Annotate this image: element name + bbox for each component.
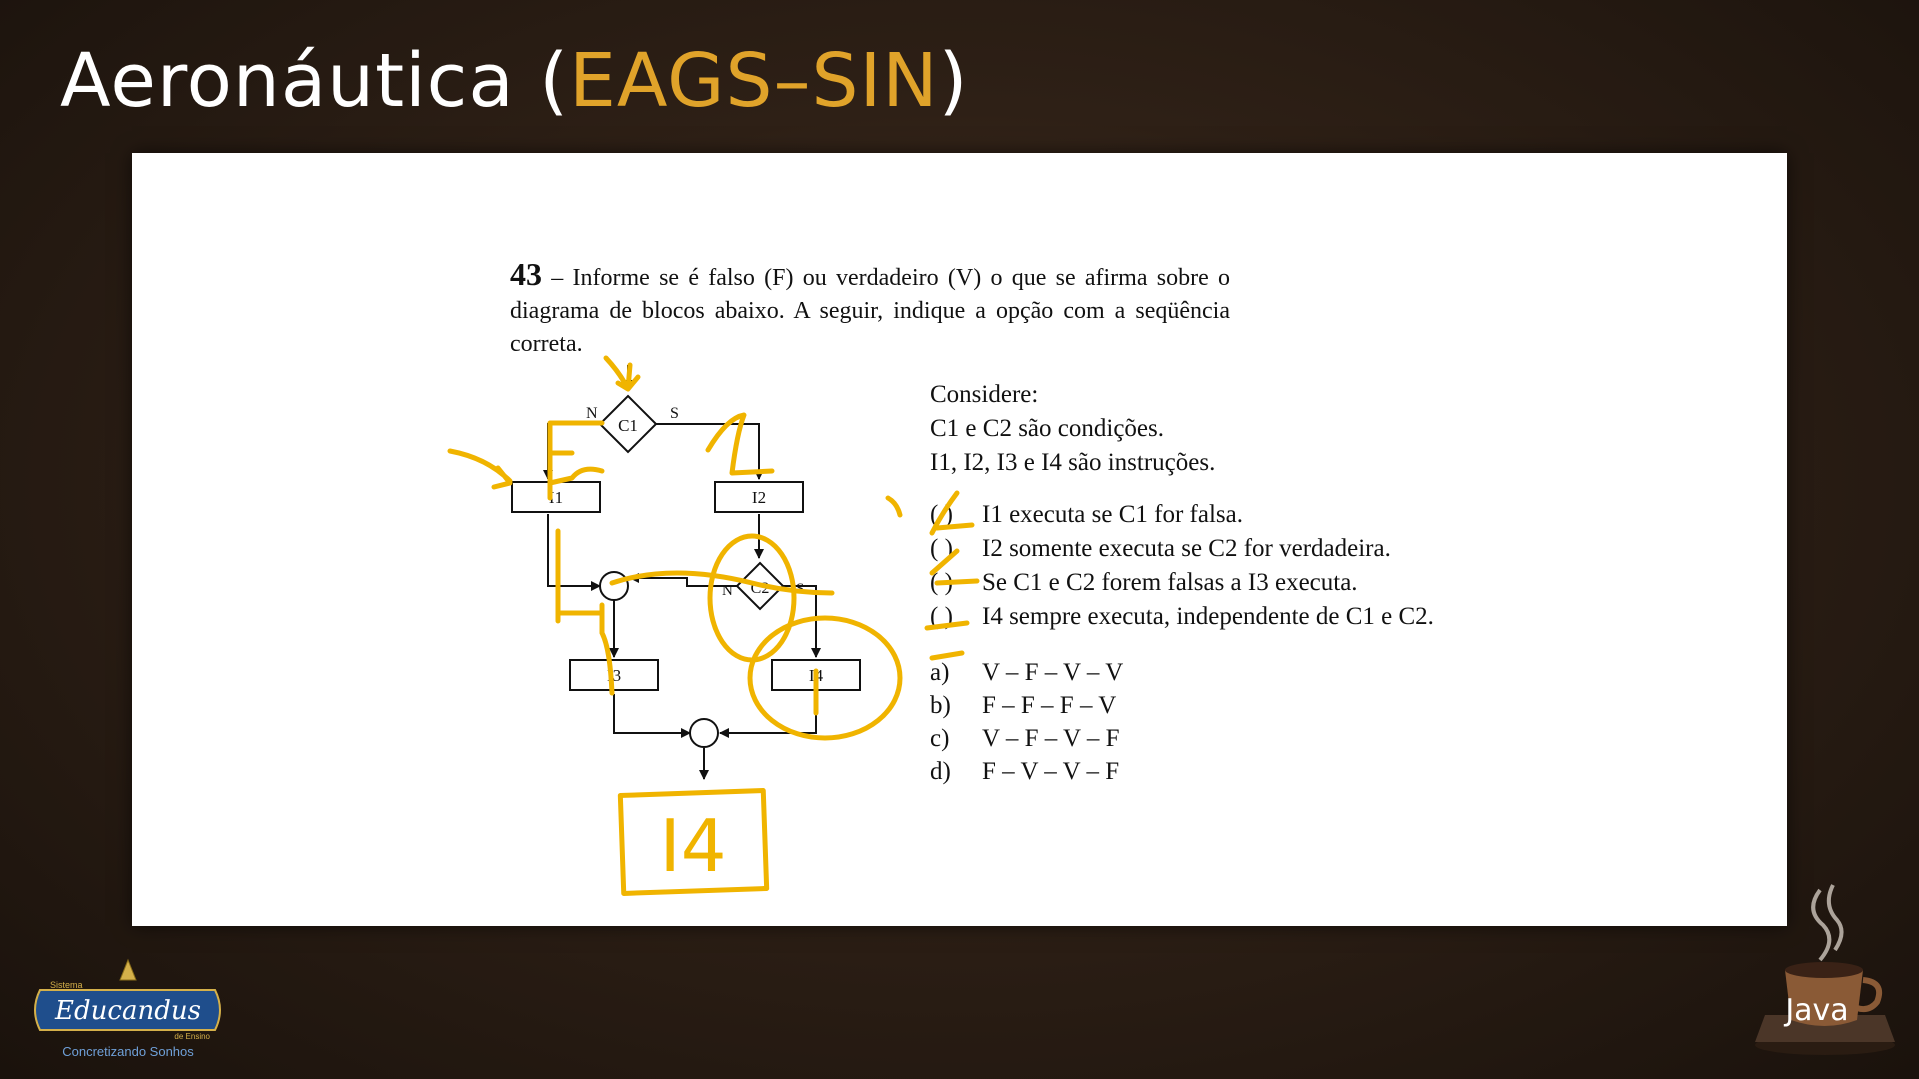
question-page: 43 – Informe se é falso (F) ou verdadeir… — [132, 153, 1787, 926]
c1-label: C1 — [618, 416, 638, 435]
title-accent: EAGS–SIN — [569, 38, 939, 124]
exit-connector — [689, 718, 719, 748]
java-logo: Java — [1745, 870, 1905, 1060]
educandus-sub-text: de Ensino — [174, 1032, 210, 1041]
flowchart-diagram: C1 N S I1 I2 C2 N S I3 I4 I4 — [447, 355, 980, 896]
i2-label: I2 — [752, 488, 766, 507]
java-logo-graphic: Java — [1755, 884, 1895, 1055]
title-suffix: ) — [938, 38, 969, 124]
slide-title: Aeronáutica (EAGS–SIN) — [60, 38, 969, 124]
educandus-slogan: Concretizando Sonhos — [62, 1044, 194, 1059]
c2-no-label: N — [722, 583, 733, 599]
java-logo-text: Java — [1783, 993, 1848, 1028]
merge-connector — [599, 571, 629, 601]
c1-no-label: N — [586, 405, 598, 422]
annotation-text: I4 — [659, 804, 726, 888]
title-prefix: Aeronáutica ( — [60, 38, 570, 124]
educandus-top-text: Sistema — [50, 980, 83, 990]
educandus-logo: Sistema Educandus de Ensino Concretizand… — [20, 955, 235, 1060]
educandus-logo-graphic: Sistema Educandus de Ensino Concretizand… — [34, 958, 221, 1059]
c1-yes-label: S — [670, 405, 679, 422]
educandus-main-text: Educandus — [54, 996, 201, 1026]
